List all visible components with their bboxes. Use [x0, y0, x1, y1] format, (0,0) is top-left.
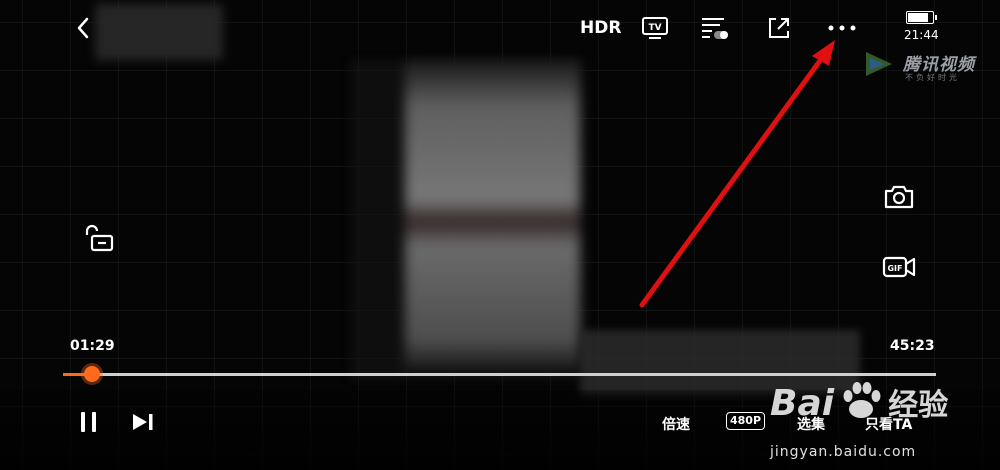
annotation-arrow-head	[812, 40, 835, 66]
annotation-arrow-shaft	[639, 55, 825, 308]
annotation-arrow	[639, 40, 835, 308]
video-player[interactable]: HDR TV 21:44 腾讯视频 不负好时光 GIF 01:29 45:23 …	[0, 0, 1000, 470]
